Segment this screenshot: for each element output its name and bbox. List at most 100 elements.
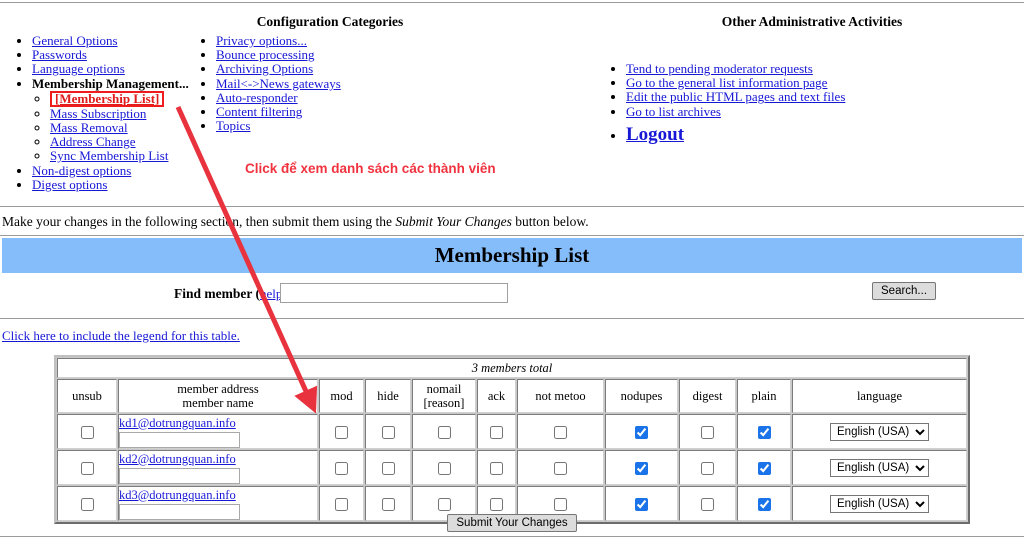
- nav-item-address-change[interactable]: Address Change: [50, 135, 204, 149]
- checkbox-digest[interactable]: [701, 498, 714, 511]
- nav-item-topics[interactable]: Topics: [216, 119, 388, 133]
- checkbox-hide[interactable]: [382, 498, 395, 511]
- nav-item-pending-moderator-requests[interactable]: Tend to pending moderator requests: [626, 62, 1008, 76]
- checkbox-ack[interactable]: [490, 498, 503, 511]
- legend-link[interactable]: Click here to include the legend for thi…: [2, 328, 240, 344]
- link-edit-public-html[interactable]: Edit the public HTML pages and text file…: [626, 89, 845, 104]
- checkbox-unsub[interactable]: [81, 498, 94, 511]
- nav-item-general-options[interactable]: General Options: [32, 34, 204, 48]
- nav-item-list-archives[interactable]: Go to list archives: [626, 105, 1008, 119]
- checkbox-plain[interactable]: [758, 498, 771, 511]
- cell-ack[interactable]: [477, 414, 516, 449]
- member-name-input[interactable]: [119, 432, 240, 448]
- nav-item-bounce-processing[interactable]: Bounce processing: [216, 48, 388, 62]
- cell-language[interactable]: English (USA): [792, 414, 967, 449]
- nav-item-sync-membership-list[interactable]: Sync Membership List: [50, 149, 204, 163]
- checkbox-not-metoo[interactable]: [554, 426, 567, 439]
- nav-item-privacy-options[interactable]: Privacy options...: [216, 34, 388, 48]
- nav-item-general-list-info[interactable]: Go to the general list information page: [626, 76, 1008, 90]
- checkbox-nomail[interactable]: [438, 426, 451, 439]
- cell-unsub[interactable]: [57, 414, 117, 449]
- cell-nomail[interactable]: [412, 414, 476, 449]
- checkbox-not-metoo[interactable]: [554, 498, 567, 511]
- checkbox-ack[interactable]: [490, 426, 503, 439]
- link-mass-subscription[interactable]: Mass Subscription: [50, 106, 146, 121]
- nav-item-passwords[interactable]: Passwords: [32, 48, 204, 62]
- member-address-link[interactable]: kd1@dotrungquan.info: [119, 416, 236, 430]
- checkbox-plain[interactable]: [758, 462, 771, 475]
- nav-item-mass-removal[interactable]: Mass Removal: [50, 121, 204, 135]
- nav-item-logout[interactable]: Logout: [626, 128, 1008, 143]
- cell-digest[interactable]: [679, 414, 736, 449]
- cell-ack[interactable]: [477, 450, 516, 485]
- link-pending-moderator-requests[interactable]: Tend to pending moderator requests: [626, 61, 813, 76]
- nav-item-language-options[interactable]: Language options: [32, 62, 204, 76]
- nav-item-mass-subscription[interactable]: Mass Subscription: [50, 107, 204, 121]
- checkbox-unsub[interactable]: [81, 462, 94, 475]
- cell-hide[interactable]: [365, 414, 411, 449]
- search-input[interactable]: [280, 283, 508, 303]
- cell-not-metoo[interactable]: [517, 414, 604, 449]
- cell-plain[interactable]: [737, 450, 791, 485]
- language-select[interactable]: English (USA): [830, 459, 929, 477]
- link-passwords[interactable]: Passwords: [32, 47, 87, 62]
- cell-nodupes[interactable]: [605, 450, 678, 485]
- link-archiving-options[interactable]: Archiving Options: [216, 61, 313, 76]
- search-button[interactable]: Search...: [872, 282, 936, 300]
- link-sync-membership-list[interactable]: Sync Membership List: [50, 148, 168, 163]
- nav-item-mail-news-gateways[interactable]: Mail<->News gateways: [216, 77, 388, 91]
- checkbox-ack[interactable]: [490, 462, 503, 475]
- link-digest-options[interactable]: Digest options: [32, 177, 107, 192]
- link-non-digest-options[interactable]: Non-digest options: [32, 163, 131, 178]
- language-select[interactable]: English (USA): [830, 495, 929, 513]
- checkbox-mod[interactable]: [335, 462, 348, 475]
- cell-not-metoo[interactable]: [517, 450, 604, 485]
- checkbox-hide[interactable]: [382, 462, 395, 475]
- link-auto-responder[interactable]: Auto-responder: [216, 90, 298, 105]
- checkbox-nodupes[interactable]: [635, 462, 648, 475]
- checkbox-digest[interactable]: [701, 462, 714, 475]
- checkbox-not-metoo[interactable]: [554, 462, 567, 475]
- nav-item-digest-options[interactable]: Digest options: [32, 178, 204, 192]
- checkbox-nodupes[interactable]: [635, 426, 648, 439]
- member-address-link[interactable]: kd2@dotrungquan.info: [119, 452, 236, 466]
- link-general-options[interactable]: General Options: [32, 33, 118, 48]
- link-content-filtering[interactable]: Content filtering: [216, 104, 302, 119]
- cell-mod[interactable]: [319, 414, 364, 449]
- member-name-input[interactable]: [119, 468, 240, 484]
- submit-your-changes-button[interactable]: Submit Your Changes: [447, 514, 576, 532]
- link-topics[interactable]: Topics: [216, 118, 250, 133]
- link-general-list-information[interactable]: Go to the general list information page: [626, 75, 827, 90]
- link-logout[interactable]: Logout: [626, 124, 684, 145]
- nav-item-archiving-options[interactable]: Archiving Options: [216, 62, 388, 76]
- language-select[interactable]: English (USA): [830, 423, 929, 441]
- link-membership-list[interactable]: [Membership List]: [55, 91, 159, 106]
- checkbox-mod[interactable]: [335, 498, 348, 511]
- checkbox-nomail[interactable]: [438, 498, 451, 511]
- checkbox-mod[interactable]: [335, 426, 348, 439]
- nav-item-content-filtering[interactable]: Content filtering: [216, 105, 388, 119]
- member-address-link[interactable]: kd3@dotrungquan.info: [119, 488, 236, 502]
- nav-item-non-digest-options[interactable]: Non-digest options: [32, 164, 204, 178]
- checkbox-digest[interactable]: [701, 426, 714, 439]
- nav-item-auto-responder[interactable]: Auto-responder: [216, 91, 388, 105]
- cell-nomail[interactable]: [412, 450, 476, 485]
- cell-hide[interactable]: [365, 450, 411, 485]
- cell-digest[interactable]: [679, 450, 736, 485]
- link-mail-news-gateways[interactable]: Mail<->News gateways: [216, 76, 341, 91]
- cell-language[interactable]: English (USA): [792, 450, 967, 485]
- link-list-archives[interactable]: Go to list archives: [626, 104, 721, 119]
- link-language-options[interactable]: Language options: [32, 61, 125, 76]
- link-bounce-processing[interactable]: Bounce processing: [216, 47, 315, 62]
- link-address-change[interactable]: Address Change: [50, 134, 136, 149]
- checkbox-unsub[interactable]: [81, 426, 94, 439]
- nav-item-edit-public-html[interactable]: Edit the public HTML pages and text file…: [626, 90, 1008, 104]
- cell-plain[interactable]: [737, 414, 791, 449]
- checkbox-hide[interactable]: [382, 426, 395, 439]
- cell-unsub[interactable]: [57, 450, 117, 485]
- link-mass-removal[interactable]: Mass Removal: [50, 120, 128, 135]
- checkbox-nomail[interactable]: [438, 462, 451, 475]
- link-privacy-options[interactable]: Privacy options...: [216, 33, 307, 48]
- cell-mod[interactable]: [319, 450, 364, 485]
- cell-nodupes[interactable]: [605, 414, 678, 449]
